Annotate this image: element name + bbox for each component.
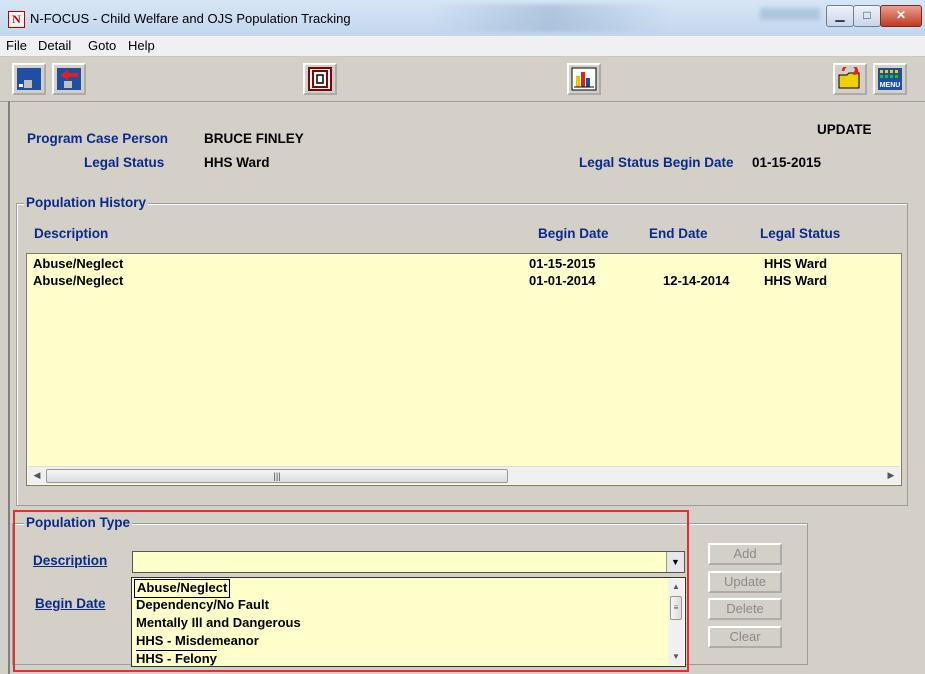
blurred-title-region [430,4,670,32]
menu-goto[interactable]: Goto [88,38,116,53]
menu-bar: File Detail Goto Help [0,36,925,57]
col-begin-date: Begin Date [538,226,609,241]
minimize-button[interactable]: ▁ [826,5,854,27]
row-end-date: 12-14-2014 [663,273,730,288]
update-button[interactable]: Update [708,571,782,593]
col-end-date: End Date [649,226,708,241]
svg-text:MENU: MENU [880,82,901,89]
folder-icon [838,67,860,89]
toolbar: MENU [0,57,925,102]
legal-status-label: Legal Status [84,155,165,170]
close-button[interactable]: ✕ [880,5,922,27]
maximize-button[interactable]: □ [853,5,881,27]
row-begin-date: 01-15-2015 [529,256,596,271]
window-title: N-FOCUS - Child Welfare and OJS Populati… [30,11,351,26]
legal-status-begin-value: 01-15-2015 [752,155,822,170]
bar-chart-icon [571,67,597,91]
app-icon[interactable]: N [8,11,25,28]
save-exit-button[interactable] [12,63,46,95]
program-case-person-label: Program Case Person [27,131,169,146]
report-button[interactable] [567,63,601,95]
add-button[interactable]: Add [708,543,782,565]
scroll-left-icon[interactable]: ◀ [30,468,44,483]
back-arrow-icon [57,68,81,90]
legal-status-value: HHS Ward [204,155,270,170]
menu-button[interactable]: MENU [873,63,907,95]
list-item[interactable]: Abuse/Neglect 01-15-2015 HHS Ward [27,256,901,272]
notes-button[interactable] [303,63,337,95]
highlight-box [13,510,689,672]
open-folder-button[interactable] [833,63,867,95]
menu-detail[interactable]: Detail [38,38,71,53]
title-bar: N N-FOCUS - Child Welfare and OJS Popula… [0,0,925,37]
scroll-thumb[interactable]: ||| [46,469,508,483]
back-button[interactable] [52,63,86,95]
blurred-title-region-2 [760,8,820,20]
row-begin-date: 01-01-2014 [529,273,596,288]
legal-status-begin-label: Legal Status Begin Date [579,155,734,170]
delete-button[interactable]: Delete [708,598,782,620]
col-description: Description [34,226,109,241]
row-description: Abuse/Neglect [33,256,124,271]
clear-button[interactable]: Clear [708,626,782,648]
row-legal-status: HHS Ward [764,256,828,271]
population-history-title: Population History [24,195,149,210]
mode-indicator: UPDATE [817,122,872,137]
population-history-list[interactable]: Abuse/Neglect 01-15-2015 HHS Ward Abuse/… [26,253,902,486]
program-case-person-value: BRUCE FINLEY [204,131,304,146]
col-legal-status: Legal Status [760,226,841,241]
list-item[interactable]: Abuse/Neglect 01-01-2014 12-14-2014 HHS … [27,273,901,289]
window-left-edge [8,101,10,674]
scroll-right-icon[interactable]: ▶ [884,468,898,483]
horizontal-scrollbar[interactable]: ◀ ||| ▶ [28,466,900,484]
menu-file[interactable]: File [6,38,27,53]
save-exit-icon [17,68,41,90]
row-legal-status: HHS Ward [764,273,828,288]
menu-grid-icon: MENU [878,68,902,90]
document-icon [308,67,332,91]
menu-help[interactable]: Help [128,38,155,53]
row-description: Abuse/Neglect [33,273,124,288]
